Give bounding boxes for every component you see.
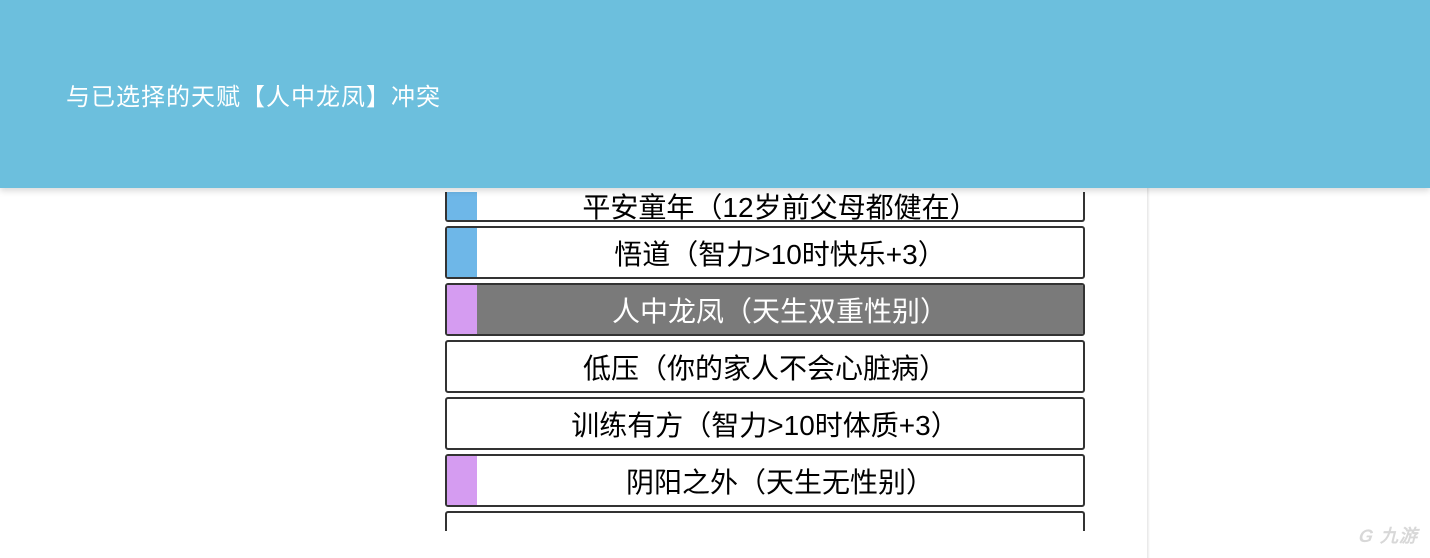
conflict-banner: 与已选择的天赋【人中龙凤】冲突 xyxy=(0,0,1430,188)
talent-item[interactable]: 人中龙凤（天生双重性别） xyxy=(445,283,1085,336)
talent-item[interactable]: 平安童年（12岁前父母都健在） xyxy=(445,192,1085,222)
talent-rarity-indicator xyxy=(447,285,477,334)
talent-rarity-indicator xyxy=(447,192,477,220)
talent-rarity-indicator xyxy=(447,228,477,277)
talent-label: 阴阳之外（天生无性别） xyxy=(477,456,1083,505)
panel-edge-shadow xyxy=(1147,188,1150,558)
conflict-message: 与已选择的天赋【人中龙凤】冲突 xyxy=(66,77,441,112)
talent-label: 人中龙凤（天生双重性别） xyxy=(477,285,1083,334)
talent-label xyxy=(447,513,1083,531)
talent-label: 低压（你的家人不会心脏病） xyxy=(447,342,1083,391)
talent-content: 平安童年（12岁前父母都健在） 悟道（智力>10时快乐+3） 人中龙凤（天生双重性别… xyxy=(0,188,1430,531)
talent-list: 平安童年（12岁前父母都健在） 悟道（智力>10时快乐+3） 人中龙凤（天生双重性别… xyxy=(445,192,1085,531)
talent-label: 训练有方（智力>10时体质+3） xyxy=(447,399,1083,448)
talent-item[interactable]: 悟道（智力>10时快乐+3） xyxy=(445,226,1085,279)
talent-label: 悟道（智力>10时快乐+3） xyxy=(477,228,1083,277)
talent-label: 平安童年（12岁前父母都健在） xyxy=(477,192,1083,220)
watermark-icon: G xyxy=(1357,526,1376,547)
talent-rarity-indicator xyxy=(447,456,477,505)
watermark: G 九游 xyxy=(1359,522,1418,548)
talent-item[interactable]: 低压（你的家人不会心脏病） xyxy=(445,340,1085,393)
talent-item[interactable]: 阴阳之外（天生无性别） xyxy=(445,454,1085,507)
talent-item[interactable]: 训练有方（智力>10时体质+3） xyxy=(445,397,1085,450)
talent-item[interactable] xyxy=(445,511,1085,531)
watermark-text: 九游 xyxy=(1380,526,1418,546)
